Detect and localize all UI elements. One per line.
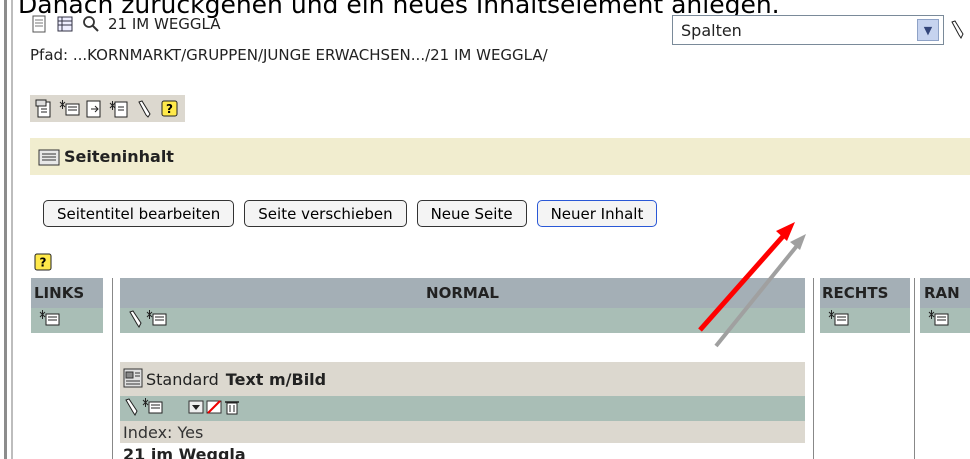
annotation-arrows	[698, 222, 806, 348]
red-arrow	[698, 222, 795, 332]
shadow-arrow	[714, 234, 806, 348]
